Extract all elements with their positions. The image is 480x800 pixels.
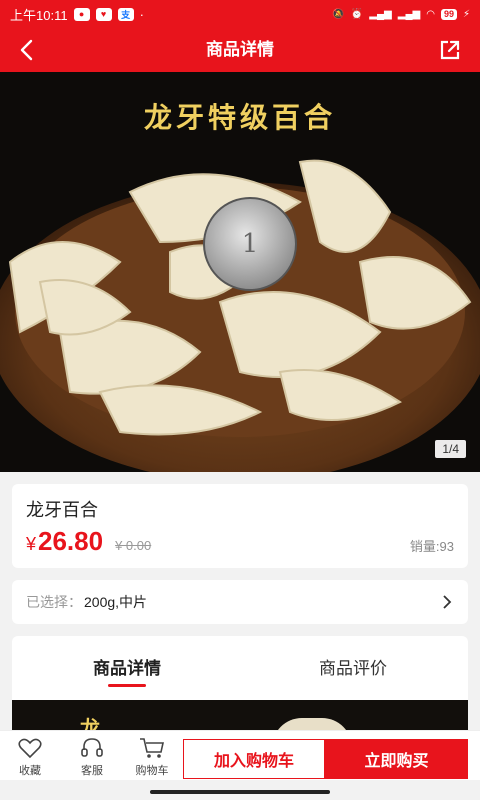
svg-text:1: 1 bbox=[242, 229, 259, 259]
alipay-icon: 支 bbox=[117, 7, 134, 21]
status-time: 上午10:11 bbox=[10, 7, 68, 23]
shopping-cart-icon bbox=[140, 738, 164, 758]
currency-symbol: ¥ bbox=[26, 534, 37, 554]
favorite-label: 收藏 bbox=[19, 765, 41, 777]
chevron-right-icon bbox=[443, 595, 452, 609]
banner-text: 龙牙特级百合 bbox=[143, 101, 336, 134]
sales-count: 销量:93 bbox=[409, 539, 454, 554]
home-indicator[interactable] bbox=[150, 790, 330, 794]
spec-selector[interactable]: 已选择： 200g,中片 bbox=[12, 580, 468, 624]
product-image-carousel[interactable]: 1 龙牙特级百合 1/4 bbox=[0, 72, 480, 472]
tab-reviews[interactable]: 商品评价 bbox=[278, 654, 428, 679]
spec-label: 已选择： bbox=[26, 594, 82, 610]
price: 26.80 bbox=[38, 526, 104, 556]
alarm-icon: ⏰ bbox=[350, 8, 364, 20]
share-icon[interactable] bbox=[438, 38, 462, 62]
signal-icon-2: ▂▄▆ bbox=[397, 8, 421, 20]
product-name: 龙牙百合 bbox=[26, 500, 98, 520]
headset-icon bbox=[81, 738, 103, 757]
detail-tabs: 商品详情 商品评价 bbox=[12, 636, 468, 700]
mute-icon: 🔕 bbox=[332, 8, 345, 20]
favorite-button[interactable]: 收藏 bbox=[4, 737, 56, 778]
buy-now-button[interactable]: 立即购买 bbox=[325, 739, 468, 779]
status-bar: 上午10:11 ● ♥ 支 · 🔕 ⏰ ▂▄▆ ▂▄▆ ◠ 99 ⚡ bbox=[0, 0, 480, 28]
wechat-icon: ● bbox=[73, 7, 90, 21]
charging-icon: ⚡ bbox=[462, 8, 470, 20]
original-price: ¥ 0.00 bbox=[115, 538, 152, 553]
top-navigation-bar: 商品详情 bbox=[0, 28, 480, 72]
service-label: 客服 bbox=[81, 765, 103, 777]
active-tab-indicator bbox=[108, 684, 146, 687]
customer-service-button[interactable]: 客服 bbox=[66, 737, 118, 778]
heart-icon bbox=[18, 738, 42, 759]
signal-icon: ▂▄▆ bbox=[369, 8, 392, 20]
dot-icon: · bbox=[139, 6, 144, 22]
price-row: ¥ 26.80 ¥ 0.00 bbox=[26, 526, 151, 557]
wifi-icon: ◠ bbox=[426, 8, 435, 20]
product-info-card: 龙牙百合 ¥ 26.80 ¥ 0.00 销量:93 bbox=[12, 484, 468, 568]
image-counter: 1/4 bbox=[435, 440, 466, 458]
cart-button[interactable]: 购物车 bbox=[126, 737, 178, 778]
add-to-cart-button[interactable]: 加入购物车 bbox=[183, 739, 325, 779]
tab-details[interactable]: 商品详情 bbox=[52, 654, 202, 679]
battery-indicator: 99 bbox=[440, 8, 457, 20]
bottom-action-bar: 收藏 客服 购物车 加入购物车 立即购买 bbox=[0, 730, 480, 780]
spec-value: 200g,中片 bbox=[84, 594, 148, 610]
cart-label: 购物车 bbox=[135, 765, 169, 777]
page-title: 商品详情 bbox=[206, 40, 274, 59]
weibo-icon: ♥ bbox=[95, 7, 112, 21]
